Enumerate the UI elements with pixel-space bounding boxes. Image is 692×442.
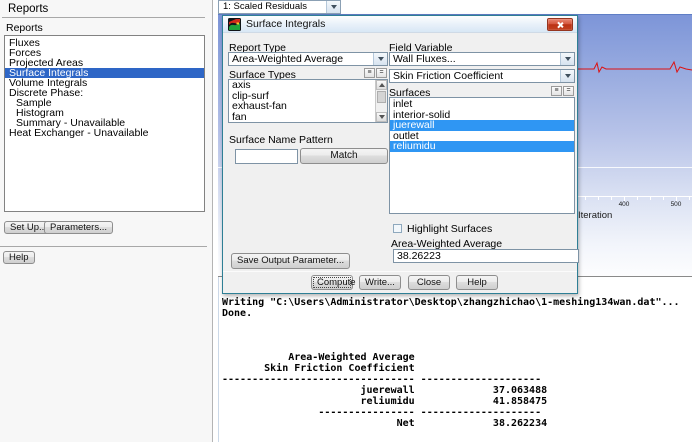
reports-panel: Reports Reports Fluxes Forces Projected … bbox=[0, 0, 213, 442]
plot-selector-dropdown[interactable]: 1: Scaled Residuals bbox=[218, 0, 341, 14]
panel-title: Reports bbox=[8, 3, 49, 15]
divider bbox=[223, 271, 577, 272]
list-item[interactable]: inlet bbox=[390, 99, 574, 110]
dropdown-arrow-zone[interactable] bbox=[373, 53, 387, 65]
scroll-down-button[interactable] bbox=[376, 112, 387, 122]
field-variable-dropdown[interactable]: Wall Fluxes... bbox=[389, 52, 575, 66]
surface-integrals-dialog: Surface Integrals Report Type Field Vari… bbox=[222, 15, 579, 294]
surface-name-pattern-label: Surface Name Pattern bbox=[229, 134, 333, 146]
list-lines-icon[interactable]: ≡ bbox=[364, 68, 375, 78]
chevron-down-icon bbox=[564, 57, 571, 61]
match-button[interactable]: Match bbox=[300, 148, 388, 164]
console-border bbox=[218, 277, 219, 442]
list-item[interactable]: exhaust-fan bbox=[229, 101, 374, 112]
compute-button[interactable]: Compute bbox=[311, 275, 356, 290]
list-equals-icon[interactable]: = bbox=[563, 86, 574, 96]
report-type-value: Area-Weighted Average bbox=[232, 53, 344, 65]
surface-name-pattern-input[interactable] bbox=[235, 149, 298, 164]
write-button[interactable]: Write... bbox=[359, 275, 401, 290]
console-output[interactable]: Writing "C:\Users\Administrator\Desktop\… bbox=[222, 297, 680, 429]
highlight-surfaces-label: Highlight Surfaces bbox=[407, 223, 493, 235]
list-item[interactable]: Heat Exchanger - Unavailable bbox=[5, 128, 204, 139]
scroll-thumb[interactable] bbox=[377, 91, 386, 103]
dropdown-arrow-zone[interactable] bbox=[326, 1, 340, 13]
divider bbox=[0, 246, 207, 247]
close-dialog-button[interactable]: Close bbox=[408, 275, 450, 290]
scroll-up-button[interactable] bbox=[376, 80, 387, 90]
dialog-title: Surface Integrals bbox=[246, 18, 326, 30]
plot-selector-value: 1: Scaled Residuals bbox=[223, 1, 307, 12]
field-variable-sub-dropdown[interactable]: Skin Friction Coefficient bbox=[389, 69, 575, 83]
parameters-button[interactable]: Parameters... bbox=[44, 221, 114, 234]
dropdown-arrow-zone[interactable] bbox=[560, 70, 574, 82]
surfaces-listbox[interactable]: inlet interior-solid juerewall outlet re… bbox=[389, 97, 575, 214]
surface-types-listbox[interactable]: axis clip-surf exhaust-fan fan bbox=[228, 79, 388, 123]
list-item[interactable]: fan bbox=[229, 111, 374, 123]
chevron-down-icon bbox=[564, 74, 571, 78]
result-field[interactable]: 38.26223 bbox=[393, 249, 579, 263]
list-item-selected[interactable]: juerewall bbox=[390, 120, 574, 131]
list-item-selected[interactable]: reliumidu bbox=[390, 141, 574, 152]
highlight-surfaces-checkbox[interactable] bbox=[393, 224, 402, 233]
help-button[interactable]: Help bbox=[3, 251, 35, 264]
field-variable-value: Wall Fluxes... bbox=[393, 53, 456, 65]
close-icon bbox=[557, 21, 564, 28]
field-variable-sub-value: Skin Friction Coefficient bbox=[393, 70, 504, 82]
list-item[interactable]: axis bbox=[229, 80, 374, 91]
close-button[interactable] bbox=[547, 18, 573, 31]
dropdown-arrow-zone[interactable] bbox=[560, 53, 574, 65]
reports-listbox[interactable]: Fluxes Forces Projected Areas Surface In… bbox=[4, 35, 205, 212]
chevron-down-icon bbox=[377, 57, 384, 61]
chevron-down-icon bbox=[330, 5, 337, 9]
panel-splitter[interactable] bbox=[212, 0, 213, 442]
fluent-main-window: Reports Reports Fluxes Forces Projected … bbox=[0, 0, 692, 442]
reports-section-label: Reports bbox=[6, 22, 43, 34]
divider bbox=[2, 17, 205, 18]
save-output-parameter-button[interactable]: Save Output Parameter... bbox=[231, 253, 351, 269]
list-equals-icon[interactable]: = bbox=[376, 68, 387, 78]
dialog-titlebar[interactable]: Surface Integrals bbox=[223, 16, 577, 33]
scroll-down-icon bbox=[378, 115, 385, 119]
fluent-app-icon bbox=[228, 18, 241, 31]
report-type-dropdown[interactable]: Area-Weighted Average bbox=[228, 52, 388, 66]
scrollbar[interactable] bbox=[375, 80, 387, 122]
dialog-help-button[interactable]: Help bbox=[456, 275, 498, 290]
scroll-up-icon bbox=[378, 83, 385, 87]
list-lines-icon[interactable]: ≡ bbox=[551, 86, 562, 96]
